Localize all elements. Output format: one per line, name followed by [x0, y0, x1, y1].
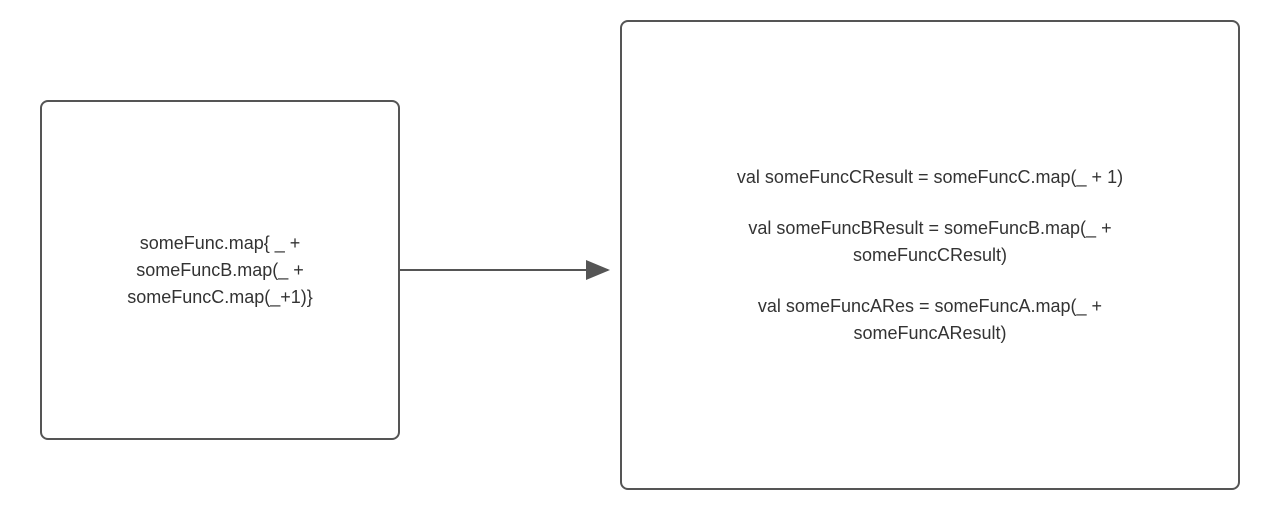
- code-line: someFuncCResult): [748, 242, 1111, 269]
- code-line: someFunc.map{ _ +: [127, 230, 313, 257]
- code-block-1: val someFuncCResult = someFuncC.map(_ + …: [737, 164, 1123, 191]
- left-code-box: someFunc.map{ _ + someFuncB.map(_ + some…: [40, 100, 400, 440]
- code-line: val someFuncARes = someFuncA.map(_ +: [758, 293, 1102, 320]
- code-line: someFuncAResult): [758, 320, 1102, 347]
- diagram-container: someFunc.map{ _ + someFuncB.map(_ + some…: [0, 0, 1280, 516]
- code-line: val someFuncCResult = someFuncC.map(_ + …: [737, 164, 1123, 191]
- code-line: val someFuncBResult = someFuncB.map(_ +: [748, 215, 1111, 242]
- code-block-2: val someFuncBResult = someFuncB.map(_ + …: [748, 215, 1111, 269]
- arrow-icon: [400, 260, 620, 280]
- code-block-3: val someFuncARes = someFuncA.map(_ + som…: [758, 293, 1102, 347]
- code-line: someFuncC.map(_+1)}: [127, 284, 313, 311]
- right-code-box: val someFuncCResult = someFuncC.map(_ + …: [620, 20, 1240, 490]
- code-line: someFuncB.map(_ +: [127, 257, 313, 284]
- left-code-content: someFunc.map{ _ + someFuncB.map(_ + some…: [127, 230, 313, 311]
